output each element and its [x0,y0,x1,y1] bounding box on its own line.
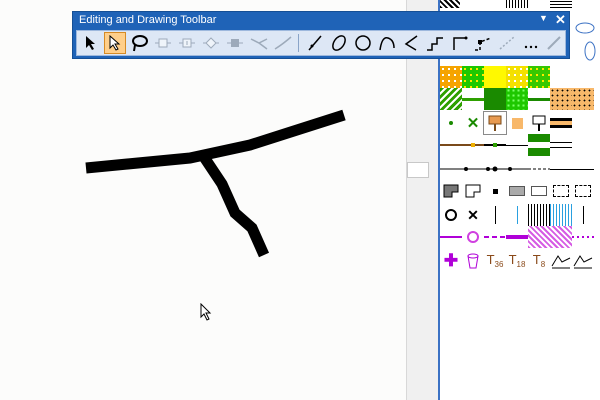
dashed-line-symbol[interactable] [528,158,550,180]
straight-line-icon[interactable] [304,32,326,54]
dash-step-icon[interactable] [472,32,494,54]
dotted-line-icon[interactable] [496,32,518,54]
brown-signpost-symbol[interactable] [483,111,507,135]
area-swatch-green-dotted[interactable] [506,88,528,110]
gray-rect-symbol[interactable] [506,180,528,202]
circle-point-symbol[interactable] [440,204,462,226]
dotted-track-symbol[interactable] [440,158,528,180]
area-swatch-empty[interactable] [550,66,572,88]
cross-point-symbol[interactable]: ✕ [462,204,484,226]
toolbar-buttons [76,30,566,56]
line-symbol[interactable] [462,134,484,156]
text-symbol-8[interactable]: T8 [528,250,550,272]
drawn-line-feature[interactable] [0,0,406,400]
vertical-line-symbol[interactable] [484,204,506,226]
building-symbol[interactable] [440,180,462,202]
toolbar-menu-icon[interactable]: ▼ [539,13,548,23]
purple-plus-symbol[interactable]: ✚ [440,250,462,272]
circle-icon[interactable] [352,32,374,54]
hatch-swatch[interactable] [440,0,460,8]
step-line-icon[interactable] [424,32,446,54]
editing-drawing-toolbar[interactable]: Editing and Drawing Toolbar ▼ ✕ [72,11,570,59]
mouse-cursor-icon [200,302,212,326]
ruler-symbol[interactable] [572,250,594,272]
text-symbol-36[interactable]: T36 [484,250,506,272]
purple-hatch-area[interactable] [528,226,572,248]
small-square-symbol[interactable] [484,180,506,202]
rect-line-icon[interactable] [448,32,470,54]
hatch-swatch[interactable] [506,0,528,8]
splitter-handle[interactable] [407,162,429,178]
ruler-symbol[interactable] [550,250,572,272]
select-hollow-arrow-icon[interactable] [104,32,126,54]
green-bar-symbol[interactable] [528,134,550,156]
purple-thick-line-symbol[interactable] [506,226,528,248]
area-swatch-orange-dots[interactable] [440,66,462,88]
signpost-symbol[interactable] [528,112,550,134]
area-swatch-yellow[interactable] [484,66,506,88]
orange-double-line-symbol[interactable] [550,112,572,134]
symbol-palette[interactable]: ✕ ✕ ✚ T36 T18 T8 [440,0,600,400]
blue-vertical-line-symbol[interactable] [506,204,528,226]
angle-icon[interactable] [400,32,422,54]
text-symbol-18-label: T18 [508,252,526,270]
node-add-icon[interactable] [176,32,198,54]
area-swatch-green-hatch[interactable] [440,88,462,110]
node-move-icon[interactable] [152,32,174,54]
smooth-line-icon[interactable] [272,32,294,54]
purple-dotted-line-symbol[interactable] [572,226,594,248]
area-swatch-orange-dotted[interactable] [550,88,572,110]
vertical-line-symbol[interactable] [572,204,594,226]
line-symbol[interactable] [484,134,506,156]
ellipse-icon[interactable] [328,32,350,54]
line-symbol[interactable] [572,158,594,180]
line-swatch-green[interactable] [462,88,484,110]
building-outline-symbol[interactable] [462,180,484,202]
purple-ring-symbol[interactable] [462,226,484,248]
select-arrow-icon[interactable] [80,32,102,54]
pen-icon[interactable] [543,32,565,54]
node-diamond-icon[interactable] [200,32,222,54]
ellipsis-icon[interactable] [520,32,542,54]
blue-hatch-swatch[interactable] [550,204,572,226]
green-dot-symbol[interactable] [440,112,462,134]
ellipse-symbol[interactable] [572,20,598,36]
split-line-icon[interactable] [248,32,270,54]
purple-line-symbol[interactable] [440,226,462,248]
map-canvas[interactable] [0,0,406,400]
area-swatch-green-yellow[interactable] [528,66,550,88]
panel-splitter[interactable] [406,0,441,400]
purple-dashed-line-symbol[interactable] [484,226,506,248]
outline-rect-symbol[interactable] [528,180,550,202]
green-cross-symbol[interactable]: ✕ [462,112,484,134]
vertical-hatch-swatch[interactable] [528,204,550,226]
ellipse-symbol[interactable] [580,40,600,62]
dashed-rect-symbol[interactable] [550,180,572,202]
line-symbol[interactable] [550,158,572,180]
text-symbol-8-label: T8 [532,252,546,270]
close-icon[interactable]: ✕ [555,12,566,28]
bucket-symbol[interactable] [462,250,484,272]
text-symbol-18[interactable]: T18 [506,250,528,272]
lasso-icon[interactable] [128,32,150,54]
double-line-symbol[interactable] [550,134,572,156]
curve-icon[interactable] [376,32,398,54]
dashed-rect-symbol[interactable] [572,180,594,202]
line-swatch-green-dark[interactable] [528,88,550,110]
hatch-swatch[interactable] [550,0,572,8]
toolbar-separator [298,34,299,52]
orange-square-symbol[interactable] [506,112,528,134]
thin-line-symbol[interactable] [506,134,528,156]
area-swatch-green-dots[interactable] [462,66,484,88]
brown-line-symbol[interactable] [440,134,462,156]
node-delete-icon[interactable] [224,32,246,54]
toolbar-title: Editing and Drawing Toolbar [79,14,217,26]
text-symbol-36-label: T36 [486,252,504,270]
area-swatch-dark-green[interactable] [484,88,506,110]
area-swatch-orange-dotted[interactable] [572,88,594,110]
area-swatch-yellow-dots[interactable] [506,66,528,88]
